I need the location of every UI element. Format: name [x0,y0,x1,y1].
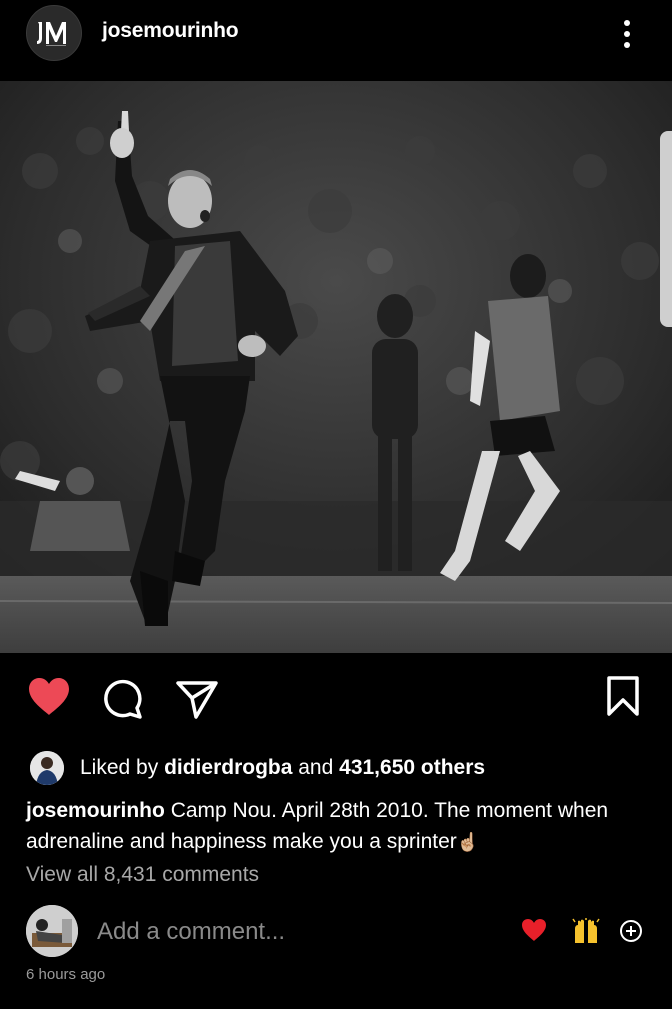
post-timestamp: 6 hours ago [26,966,106,983]
likes-count[interactable]: 431,650 others [339,756,485,780]
quick-heart-emoji-button[interactable] [520,917,548,949]
comment-bubble-icon [104,679,142,719]
caption-username[interactable]: josemourinho [26,799,165,822]
liker-avatar [30,751,64,785]
raising-hands-emoji-button[interactable] [572,917,600,951]
profile-avatar[interactable] [26,5,82,61]
plus-circle-icon [620,920,642,942]
view-all-comments-link[interactable]: View all 8,431 comments [26,863,259,887]
header-username[interactable]: josemourinho [102,19,239,43]
liked-by-user[interactable]: didierdrogba [164,756,292,780]
heart-filled-icon [29,678,69,715]
more-options-icon[interactable] [612,14,642,54]
liked-by-prefix: Liked by [80,756,159,779]
liked-by-and: and [298,756,334,779]
current-user-avatar[interactable] [26,905,78,957]
action-bar [0,665,672,725]
send-paper-plane-icon [176,681,218,719]
likes-summary[interactable]: Liked by didierdrogba and 431,650 others [30,750,485,786]
jm-logo-icon [37,22,66,46]
like-button[interactable] [24,675,74,719]
red-heart-icon [522,919,546,941]
comment-input[interactable] [97,916,477,948]
post-caption: josemourinho Camp Nou. April 28th 2010. … [26,795,646,858]
post-photo[interactable] [0,81,672,653]
comment-button[interactable] [101,677,145,721]
pointing-up-emoji: ☝🏼 [456,832,480,853]
share-button[interactable] [174,677,220,721]
post-header: josemourinho [0,0,672,80]
scrollbar-thumb[interactable] [660,131,672,327]
add-emoji-button[interactable] [619,919,643,949]
save-button[interactable] [603,673,643,719]
add-comment-row [0,903,672,963]
bookmark-icon [607,676,639,716]
raising-hands-icon [572,918,600,943]
